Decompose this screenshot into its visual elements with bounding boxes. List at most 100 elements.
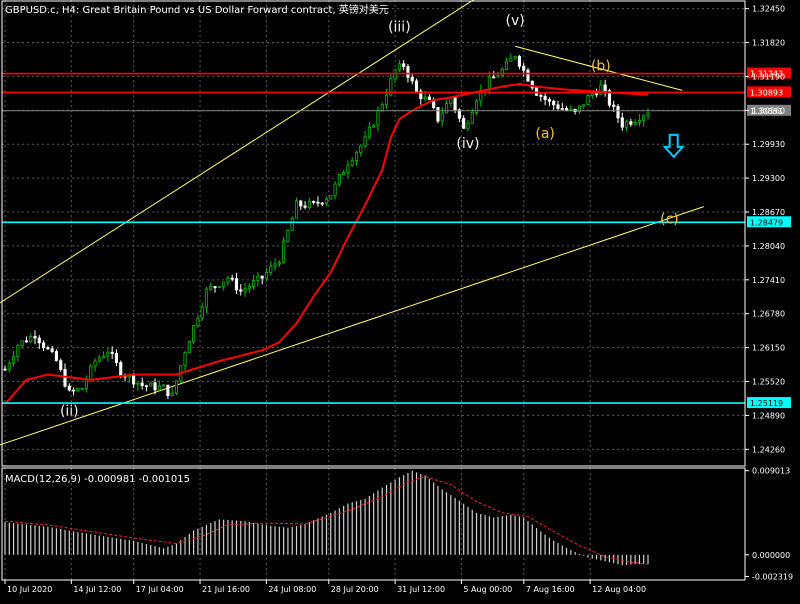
wave-label: (ii) xyxy=(60,403,79,419)
main-grid xyxy=(2,0,745,466)
candle-body xyxy=(149,382,153,387)
candle-body xyxy=(564,108,569,111)
candle-body xyxy=(222,281,226,288)
candle-body xyxy=(414,80,419,92)
candle-body xyxy=(230,277,234,280)
candle-body xyxy=(427,96,431,101)
candle-body xyxy=(106,351,110,357)
candle-body xyxy=(269,265,273,273)
wave-label: (b) xyxy=(591,58,611,74)
candle-body xyxy=(50,348,54,352)
y-tick-label: 1.24890 xyxy=(752,411,785,420)
candle-body xyxy=(16,345,20,358)
candle-body xyxy=(624,121,629,128)
x-tick-label: 14 Jul 12:00 xyxy=(73,585,121,594)
candle-body xyxy=(582,104,586,107)
level-price-label: 1.25119 xyxy=(750,399,783,408)
candle-body xyxy=(29,335,33,343)
candle-body xyxy=(277,262,281,265)
trend-line xyxy=(0,0,475,304)
candle-body xyxy=(200,306,204,319)
candle-body xyxy=(372,124,376,128)
candle-body xyxy=(89,365,93,381)
wave-label: (v) xyxy=(506,13,525,29)
candle-body xyxy=(590,93,594,96)
candle-body xyxy=(239,289,243,292)
candle-body xyxy=(470,112,474,124)
candle-body xyxy=(367,126,371,138)
candle-body xyxy=(84,379,89,389)
candle-body xyxy=(166,384,170,397)
candle-body xyxy=(114,353,119,363)
candle-body xyxy=(539,94,543,97)
candle-body xyxy=(243,288,247,292)
candle-body xyxy=(162,384,166,387)
candle-body xyxy=(384,94,389,106)
candle-body xyxy=(410,76,414,82)
candle-body xyxy=(342,172,346,176)
candle-body xyxy=(504,60,509,70)
candle-body xyxy=(132,374,136,385)
candle-body xyxy=(449,97,453,104)
candle-body xyxy=(646,112,650,117)
candle-body xyxy=(350,160,354,166)
candle-body xyxy=(256,275,260,281)
candle-body xyxy=(24,340,29,343)
candle-body xyxy=(487,76,491,90)
candle-body xyxy=(59,360,63,370)
candle-body xyxy=(552,100,556,106)
candle-body xyxy=(324,198,329,204)
x-tick-label: 10 Jul 2020 xyxy=(7,585,52,594)
level-price-label: 1.28479 xyxy=(750,218,783,227)
candle-body xyxy=(620,117,624,128)
candle-body xyxy=(316,201,320,204)
candle-body xyxy=(312,201,316,203)
y-tick-label: 1.28670 xyxy=(752,208,785,217)
y-tick-label: 1.31820 xyxy=(752,39,785,48)
candle-body xyxy=(633,122,637,125)
candle-body xyxy=(462,117,466,129)
candle-body xyxy=(299,200,303,207)
candle-body xyxy=(247,286,251,290)
chart-window: 1.31243 1.30893 1.30551 1.28479 1.25119 (ii)… xyxy=(0,0,800,600)
candle-body xyxy=(509,57,513,62)
candle-body xyxy=(136,382,140,385)
candle-body xyxy=(42,342,46,349)
chart-canvas: 1.312431.308931.305511.284791.25119 (ii)… xyxy=(0,0,793,594)
candle-body xyxy=(192,325,196,342)
candle-body xyxy=(157,385,161,391)
y-tick-label: 1.26150 xyxy=(752,344,785,353)
candle-body xyxy=(67,385,71,391)
candle-body xyxy=(402,63,406,67)
candle-body xyxy=(629,121,633,125)
level-price-label: 1.30893 xyxy=(750,88,783,97)
candle-body xyxy=(209,286,213,290)
x-tick-label: 28 Jul 20:00 xyxy=(331,585,379,594)
candle-body xyxy=(80,388,84,390)
y-tick-label: 1.32450 xyxy=(752,5,785,14)
candle-body xyxy=(406,66,410,78)
candle-body xyxy=(586,95,590,106)
candle-body xyxy=(3,368,7,371)
y-tick-label: 1.27410 xyxy=(752,276,785,285)
x-tick-label: 21 Jul 16:00 xyxy=(202,585,250,594)
candle-body xyxy=(359,145,363,153)
candle-body xyxy=(72,389,76,392)
candle-body xyxy=(187,341,191,354)
y-tick-label: 1.25520 xyxy=(752,378,785,387)
candle-body xyxy=(63,369,67,387)
candle-body xyxy=(54,351,59,362)
candle-body xyxy=(363,136,367,147)
candle-body xyxy=(436,107,440,122)
wave-label: (a) xyxy=(535,126,555,142)
candle-body xyxy=(517,56,521,67)
candle-body xyxy=(466,122,470,129)
price-chart: 1.312431.308931.305511.284791.25119 (ii)… xyxy=(0,0,791,466)
candle-body xyxy=(496,75,500,78)
macd-y-tick-label: 0.009013 xyxy=(752,467,790,476)
candle-body xyxy=(260,275,264,279)
candle-body xyxy=(174,380,179,394)
candle-body xyxy=(547,99,551,102)
candle-body xyxy=(213,286,217,288)
candle-body xyxy=(543,95,547,100)
